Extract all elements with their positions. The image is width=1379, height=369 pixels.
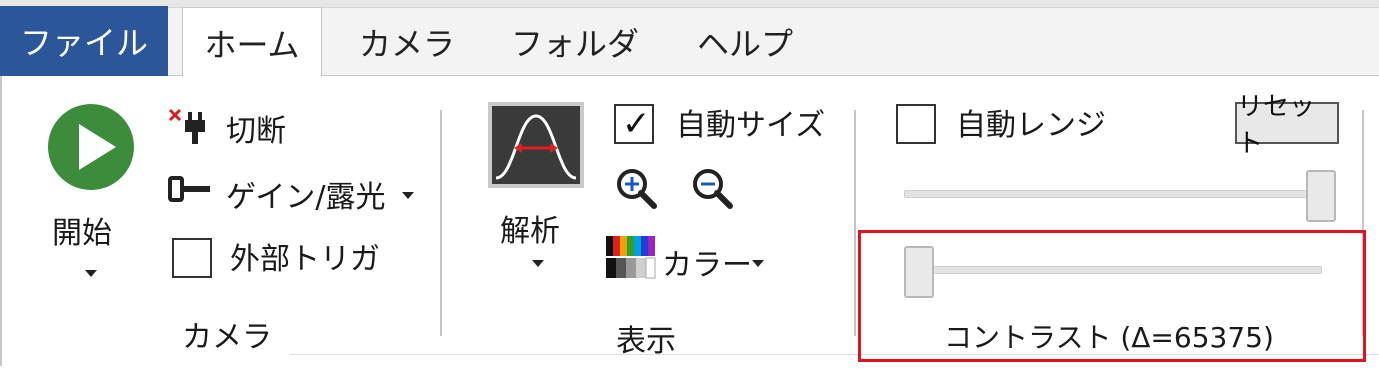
check-icon: ✓ [622,104,651,144]
tab-file[interactable]: ファイル [0,6,168,76]
contrast-highlight-frame [858,230,1366,362]
analysis-dropdown-caret [532,260,544,267]
tab-home[interactable]: ホーム [182,7,322,77]
tab-help[interactable]: ヘルプ [670,8,820,76]
auto-range-label: 自動レンジ [956,108,1106,143]
gain-exposure-label: ゲイン/露光 [226,180,386,215]
histogram-analysis-icon [488,102,584,188]
ribbon-left-border [0,76,2,366]
display-group-label: 表示 [616,324,676,359]
color-button[interactable]: カラー [604,234,774,286]
auto-range-checkbox[interactable] [896,104,936,144]
tab-camera[interactable]: カメラ [332,8,482,76]
tab-folder[interactable]: フォルダ [490,8,660,76]
disconnect-label: 切断 [226,114,286,149]
external-trigger-checkbox[interactable] [172,238,212,278]
ribbon-tab-bar: ファイル ホーム カメラ フォルダ ヘルプ [0,6,1379,77]
auto-size-label: 自動サイズ [676,108,826,143]
analysis-label: 解析 [500,214,560,249]
upper-slider-thumb[interactable] [1306,170,1336,222]
auto-size-checkbox[interactable]: ✓ [614,104,654,144]
start-dropdown-caret [85,270,97,277]
external-trigger-label: 外部トリガ [230,242,380,277]
analysis-button[interactable]: 解析 [486,102,586,302]
reset-button[interactable]: リセット [1235,92,1339,159]
disconnect-button[interactable]: 切断 [166,104,306,150]
start-button[interactable]: 開始 [40,100,150,300]
color-palette-icon [606,236,656,279]
camera-sensor-icon [168,176,210,202]
gain-exposure-dropdown-caret [402,192,414,199]
zoom-out-icon[interactable] [690,166,736,212]
group-separator [854,110,856,336]
camera-group-label: カメラ [182,320,272,355]
start-label: 開始 [52,216,112,251]
group-separator [440,110,442,336]
play-icon [48,104,134,190]
color-label: カラー [662,248,752,283]
zoom-in-icon[interactable] [614,166,660,212]
upper-slider-track[interactable] [904,190,1326,198]
unplug-icon [168,108,205,144]
gain-exposure-button[interactable]: ゲイン/露光 [166,168,426,215]
color-dropdown-caret [752,260,764,267]
